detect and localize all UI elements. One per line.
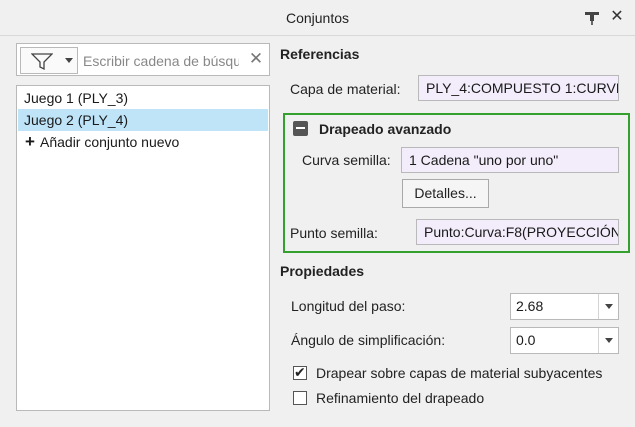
chevron-down-icon — [65, 58, 73, 63]
checkmark-icon: ✔ — [294, 364, 306, 380]
chevron-down-icon[interactable] — [598, 294, 618, 319]
section-title-drapeado: Drapeado avanzado — [319, 121, 452, 137]
refine-draping-checkbox[interactable] — [293, 391, 307, 405]
plus-icon: + — [25, 132, 35, 151]
longitud-value: 2.68 — [516, 298, 544, 314]
list-item-set-2[interactable]: Juego 2 (PLY_4) — [18, 109, 268, 131]
search-input[interactable] — [81, 48, 241, 73]
list-item-label: Juego 1 (PLY_3) — [24, 90, 129, 106]
angulo-combo[interactable]: 0.0 — [510, 327, 619, 354]
detalles-button[interactable]: Detalles... — [402, 179, 489, 208]
filter-icon — [31, 53, 53, 71]
chevron-down-icon[interactable] — [598, 328, 618, 353]
longitud-combo[interactable]: 2.68 — [510, 293, 619, 320]
pin-icon[interactable] — [584, 11, 600, 25]
curva-label: Curva semilla: — [302, 152, 391, 168]
search-bar: ✕ — [16, 43, 270, 76]
add-set-item[interactable]: + Añadir conjunto nuevo — [18, 131, 268, 153]
drape-underlying-label[interactable]: Drapear sobre capas de material subyacen… — [316, 365, 602, 381]
refine-draping-label[interactable]: Refinamiento del drapeado — [316, 390, 484, 406]
sets-list: Juego 1 (PLY_3) Juego 2 (PLY_4) + Añadir … — [16, 85, 270, 411]
longitud-label: Longitud del paso: — [291, 298, 406, 314]
filter-button[interactable] — [20, 47, 78, 74]
curva-field[interactable]: 1 Cadena "uno por uno" — [401, 147, 619, 173]
punto-label: Punto semilla: — [290, 225, 378, 241]
close-icon[interactable]: ✕ — [610, 9, 624, 25]
drape-underlying-checkbox[interactable]: ✔ — [293, 364, 307, 380]
list-item-label: Añadir conjunto nuevo — [40, 134, 180, 150]
capa-label: Capa de material: — [290, 81, 401, 97]
punto-field[interactable]: Punto:Curva:F8(PROYECCIÓN_ — [416, 219, 619, 245]
window-title: Conjuntos — [285, 10, 350, 26]
title-bar: Conjuntos ✕ — [0, 0, 635, 36]
section-title-referencias: Referencias — [280, 46, 360, 62]
list-item-set-1[interactable]: Juego 1 (PLY_3) — [18, 87, 268, 109]
angulo-value: 0.0 — [516, 332, 536, 348]
clear-search-icon[interactable]: ✕ — [248, 49, 264, 69]
list-item-label: Juego 2 (PLY_4) — [24, 112, 129, 128]
sets-panel: ✕ Juego 1 (PLY_3) Juego 2 (PLY_4) + Añadi… — [16, 43, 270, 411]
capa-field[interactable]: PLY_4:COMPUESTO 1:CURVE- — [418, 75, 619, 101]
section-title-propiedades: Propiedades — [280, 263, 365, 279]
angulo-label: Ángulo de simplificación: — [291, 332, 446, 348]
collapse-icon[interactable] — [293, 121, 308, 136]
